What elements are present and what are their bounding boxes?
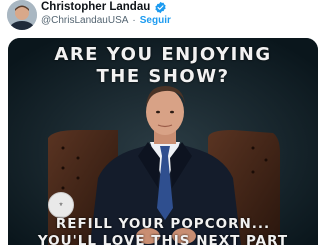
meme-caption-top-line1: ARE YOU ENJOYING — [54, 44, 272, 65]
separator-dot: · — [132, 14, 136, 26]
watermark-seal-icon: ⚜ — [48, 192, 74, 218]
avatar[interactable] — [7, 0, 37, 30]
avatar-image — [7, 0, 37, 30]
tweet-media-image[interactable]: ARE YOU ENJOYING THE SHOW? ⚜ REFILL YOUR… — [8, 38, 318, 245]
meme-caption-bottom-line2: YOU'LL LOVE THIS NEXT PART — [37, 233, 289, 245]
author-name[interactable]: Christopher Landau — [41, 1, 150, 13]
meme-caption-bottom-line1: REFILL YOUR POPCORN... — [55, 216, 271, 232]
meme-caption-top-line2: THE SHOW? — [96, 66, 230, 87]
author-handle[interactable]: @ChrisLandauUSA — [41, 15, 128, 26]
follow-button[interactable]: Seguir — [140, 15, 171, 26]
verified-badge-icon — [154, 1, 167, 14]
tweet-header: Christopher Landau @ChrisLandauUSA · Seg… — [0, 0, 326, 36]
